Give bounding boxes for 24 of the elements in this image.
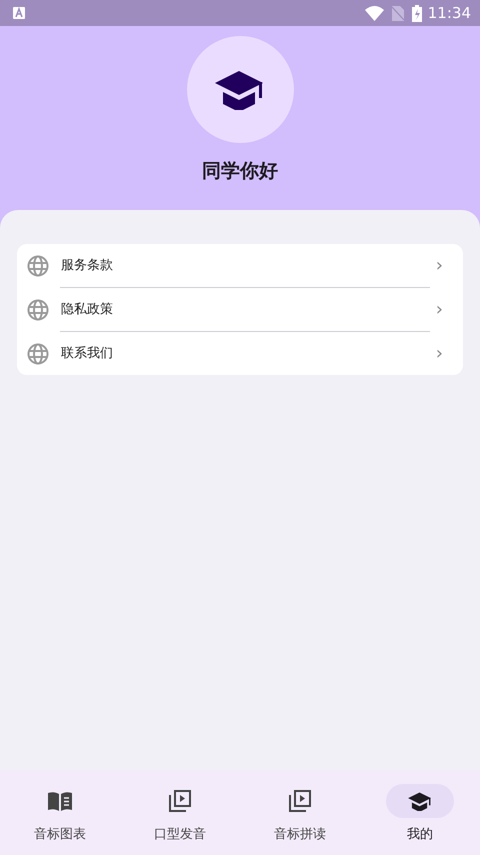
- menu-item[interactable]: 隐私政策 ›: [17, 288, 463, 331]
- chevron-icon: ›: [436, 300, 443, 318]
- book-icon: [48, 792, 72, 810]
- globe-icon: [27, 298, 49, 320]
- notification-icon: [13, 7, 25, 19]
- menu-item[interactable]: 服务条款 ›: [17, 244, 463, 287]
- wifi-icon: [364, 6, 384, 20]
- globe-icon: [27, 254, 49, 276]
- graduation-cap-icon: [215, 70, 265, 110]
- chevron-icon: ›: [436, 344, 443, 362]
- greeting: 同学你好: [202, 159, 278, 184]
- menu-item[interactable]: 联系我们 ›: [17, 332, 463, 375]
- nav-tab[interactable]: 音标拼读: [240, 770, 360, 855]
- globe-icon: [27, 342, 49, 364]
- video-library-icon: [289, 790, 311, 812]
- nav-tab[interactable]: 口型发音: [120, 770, 240, 855]
- no-sim-icon: [392, 6, 404, 20]
- graduation-cap-icon: [408, 792, 432, 810]
- nav-tab[interactable]: 音标图表: [0, 770, 120, 855]
- nav-tab[interactable]: 我的: [360, 770, 480, 855]
- chevron-icon: ›: [436, 256, 443, 274]
- battery-icon: [412, 4, 422, 22]
- video-library-icon: [169, 790, 191, 812]
- clock: 11:34: [428, 2, 471, 24]
